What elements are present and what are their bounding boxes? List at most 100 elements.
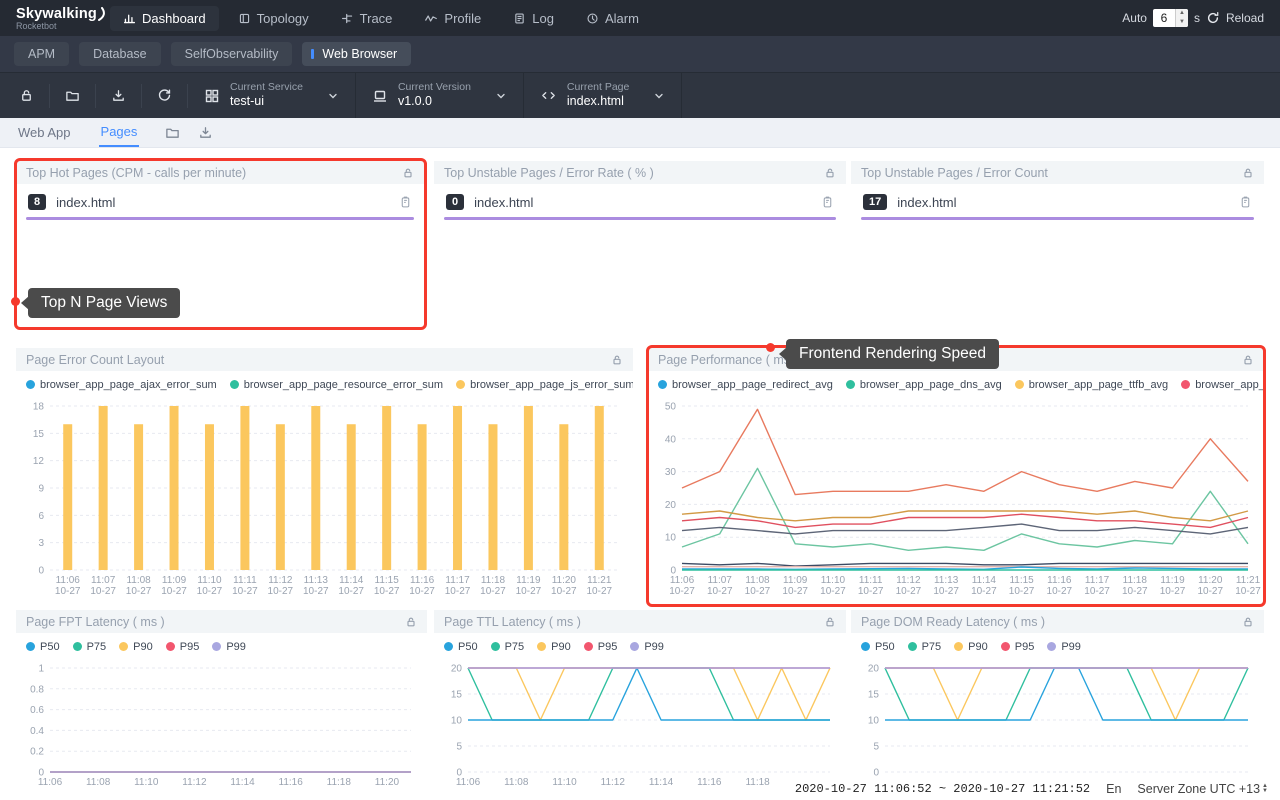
svg-text:10-27: 10-27: [338, 586, 364, 597]
svg-text:10-27: 10-27: [516, 586, 542, 597]
interval-up-button[interactable]: ▲: [1176, 9, 1188, 18]
nav-item-profile[interactable]: Profile: [411, 6, 494, 31]
legend-dot-icon: [230, 380, 239, 389]
legend-dot-icon: [658, 380, 667, 389]
lock-icon[interactable]: [4, 84, 50, 108]
current-page-selector[interactable]: Current Pageindex.html: [524, 73, 682, 119]
legend-item[interactable]: browser_app_page_redirect_avg: [658, 379, 833, 391]
lock-icon[interactable]: [1242, 167, 1254, 179]
legend-item[interactable]: browser_app_page_ajax_error_sum: [26, 379, 217, 391]
folder-icon[interactable]: [165, 125, 180, 140]
language-toggle[interactable]: En: [1106, 782, 1121, 796]
lock-icon[interactable]: [1242, 354, 1254, 366]
lock-icon[interactable]: [1242, 616, 1254, 628]
nav-item-trace[interactable]: Trace: [328, 6, 406, 31]
folder-icon[interactable]: [50, 84, 96, 108]
current-service-selector[interactable]: Current Servicetest-ui: [188, 73, 356, 119]
legend-item[interactable]: P95: [1001, 641, 1035, 653]
svg-text:10-27: 10-27: [933, 586, 959, 597]
lock-icon[interactable]: [824, 167, 836, 179]
page-dom-ready-latency-card: Page DOM Ready Latency ( ms ) P50P75P90P…: [851, 610, 1264, 794]
topology-icon: [238, 12, 251, 25]
nav-item-alarm[interactable]: Alarm: [573, 6, 652, 31]
subnav-item-selfobservability[interactable]: SelfObservability: [171, 42, 293, 66]
copy-icon[interactable]: [399, 195, 412, 209]
legend-item[interactable]: P99: [630, 641, 664, 653]
legend-item[interactable]: browser_app_page_js_error_sum: [456, 379, 633, 391]
legend-item[interactable]: P90: [537, 641, 571, 653]
subnav-item-database[interactable]: Database: [79, 42, 161, 66]
list-item[interactable]: 0 index.html: [434, 184, 846, 210]
tab-web-app[interactable]: Web App: [16, 119, 73, 146]
logo-title: Skywalking: [16, 7, 97, 22]
legend-item[interactable]: P50: [26, 641, 60, 653]
copy-icon[interactable]: [821, 195, 834, 209]
legend-item[interactable]: P90: [954, 641, 988, 653]
svg-text:10-27: 10-27: [374, 586, 400, 597]
reload-label[interactable]: Reload: [1226, 11, 1264, 25]
svg-text:10-27: 10-27: [480, 586, 506, 597]
svg-text:11:06: 11:06: [456, 777, 481, 788]
svg-text:0.4: 0.4: [30, 726, 44, 737]
logo-subtitle: Rocketbot: [16, 22, 108, 31]
legend-dot-icon: [954, 642, 963, 651]
svg-text:11:16: 11:16: [1047, 575, 1072, 586]
svg-text:15: 15: [868, 690, 880, 701]
svg-text:11:17: 11:17: [445, 575, 470, 586]
legend-item[interactable]: P75: [908, 641, 942, 653]
legend-item[interactable]: browser_app_page_tcp_avg: [1181, 379, 1264, 391]
svg-text:11:08: 11:08: [126, 575, 151, 586]
clock-icon: [586, 12, 599, 25]
list-item[interactable]: 17 index.html: [851, 184, 1264, 210]
download-icon[interactable]: [198, 125, 213, 140]
svg-text:11:21: 11:21: [587, 575, 612, 586]
current-version-selector[interactable]: Current Versionv1.0.0: [356, 73, 524, 119]
legend-item[interactable]: P75: [73, 641, 107, 653]
legend-item[interactable]: browser_app_page_resource_error_sum: [230, 379, 443, 391]
download-icon[interactable]: [96, 84, 142, 108]
logo[interactable]: Skywalking Rocketbot: [0, 5, 108, 32]
lock-icon[interactable]: [405, 616, 417, 628]
legend-item[interactable]: P95: [584, 641, 618, 653]
legend-item[interactable]: P50: [444, 641, 478, 653]
legend-item[interactable]: browser_app_page_dns_avg: [846, 379, 1002, 391]
svg-text:11:06: 11:06: [38, 777, 63, 788]
lock-icon[interactable]: [402, 167, 414, 179]
legend-item[interactable]: P95: [166, 641, 200, 653]
legend-dot-icon: [1001, 642, 1010, 651]
svg-text:11:16: 11:16: [410, 575, 435, 586]
legend-item[interactable]: browser_app_page_ttfb_avg: [1015, 379, 1168, 391]
nav-item-dashboard[interactable]: Dashboard: [110, 6, 219, 31]
page-performance-card: Page Performance ( ms ) browser_app_page…: [648, 348, 1264, 604]
server-zone-control[interactable]: Server Zone UTC +13 ▲▼: [1137, 782, 1268, 796]
reload-icon[interactable]: [1206, 11, 1220, 25]
legend-item[interactable]: P75: [491, 641, 525, 653]
lock-icon[interactable]: [824, 616, 836, 628]
card-header: Page Error Count Layout: [16, 348, 633, 371]
copy-icon[interactable]: [1239, 195, 1252, 209]
dashboard-toolbar: Current Servicetest-ui Current Versionv1…: [0, 72, 1280, 118]
interval-down-button[interactable]: ▼: [1176, 18, 1188, 27]
subnav-item-web-browser[interactable]: Web Browser: [302, 42, 411, 66]
lock-icon[interactable]: [611, 354, 623, 366]
time-range[interactable]: 2020-10-27 11:06:52 ~ 2020-10-27 11:21:5…: [795, 782, 1090, 796]
tab-pages[interactable]: Pages: [99, 118, 140, 147]
legend-item[interactable]: P99: [1047, 641, 1081, 653]
legend-item[interactable]: P50: [861, 641, 895, 653]
svg-text:11:14: 11:14: [230, 777, 255, 788]
nav-item-log[interactable]: Log: [500, 6, 567, 31]
refresh-icon[interactable]: [142, 84, 188, 108]
zone-down-button[interactable]: ▼: [1262, 789, 1268, 794]
page-fpt-latency-card: Page FPT Latency ( ms ) P50P75P90P95P99 …: [16, 610, 427, 794]
auto-interval-input[interactable]: 6 ▲▼: [1153, 9, 1188, 27]
list-item[interactable]: 8 index.html: [16, 184, 424, 210]
nav-item-topology[interactable]: Topology: [225, 6, 322, 31]
svg-text:11:17: 11:17: [1085, 575, 1110, 586]
subnav-item-apm[interactable]: APM: [14, 42, 69, 66]
laptop-icon: [372, 88, 388, 104]
svg-text:0: 0: [38, 566, 44, 577]
svg-text:10-27: 10-27: [126, 586, 152, 597]
svg-text:10-27: 10-27: [232, 586, 258, 597]
legend-item[interactable]: P99: [212, 641, 246, 653]
legend-item[interactable]: P90: [119, 641, 153, 653]
